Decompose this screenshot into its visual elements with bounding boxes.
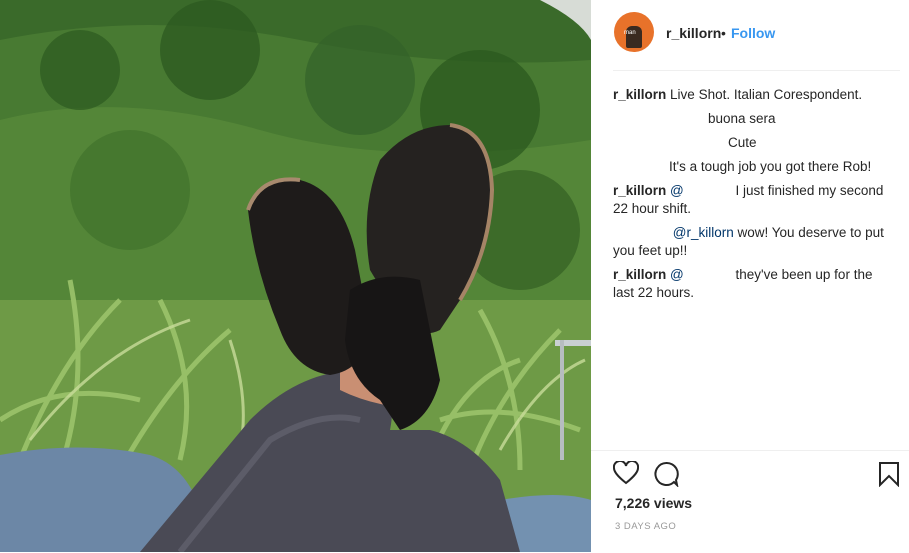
comment-username[interactable]: r_killorn <box>613 267 666 282</box>
views-count[interactable]: 7,226 views <box>615 495 692 511</box>
comment-item: It's a tough job you got there Rob! <box>669 158 909 176</box>
comment-item: Cute <box>728 134 909 152</box>
post-actions: 7,226 views 3 DAYS AGO <box>591 450 909 553</box>
post-header: man r_killorn • Follow <box>591 0 909 70</box>
bookmark-icon[interactable] <box>878 461 900 492</box>
comment-text: they've been up for the <box>735 267 873 282</box>
comment-icon[interactable] <box>653 461 679 492</box>
comment-mention[interactable]: @r_killorn <box>673 225 734 240</box>
comment-item: buona sera <box>708 110 909 128</box>
header-divider <box>613 70 900 71</box>
comment-text: wow! You deserve to put <box>737 225 884 240</box>
comment-text: Live Shot. Italian Corespondent. <box>670 87 863 102</box>
comment-text-cont: 22 hour shift. <box>613 201 692 216</box>
comment-item: r_killorn @ they've been up for the last… <box>613 266 895 302</box>
comment-text: buona sera <box>708 111 776 126</box>
post-username[interactable]: r_killorn <box>666 25 721 41</box>
post-photo <box>0 0 591 552</box>
comment-text-cont: you feet up!! <box>613 243 688 258</box>
avatar-text: man <box>624 30 636 36</box>
comment-text: It's a tough job you got there Rob! <box>669 159 872 174</box>
separator-dot: • <box>721 25 726 41</box>
post-date: 3 DAYS AGO <box>615 521 677 532</box>
comment-mention[interactable]: @ <box>670 183 684 198</box>
comment-text: Cute <box>728 135 757 150</box>
comment-text: I just finished my second <box>735 183 884 198</box>
comment-username[interactable]: r_killorn <box>613 183 666 198</box>
post-sidebar: man r_killorn • Follow r_killorn Live Sh… <box>591 0 909 552</box>
comment-mention[interactable]: @ <box>670 267 684 282</box>
comment-item: r_killorn Live Shot. Italian Coresponden… <box>613 86 895 104</box>
post-media[interactable] <box>0 0 591 552</box>
avatar[interactable]: man <box>614 12 654 52</box>
comment-username[interactable]: r_killorn <box>613 87 666 102</box>
follow-button[interactable]: Follow <box>731 25 775 41</box>
comment-item: @r_killorn wow! You deserve to put you f… <box>613 224 895 260</box>
comment-text-cont: last 22 hours. <box>613 285 695 300</box>
comment-item: r_killorn @ I just finished my second 22… <box>613 182 895 218</box>
heart-icon[interactable] <box>612 459 640 490</box>
